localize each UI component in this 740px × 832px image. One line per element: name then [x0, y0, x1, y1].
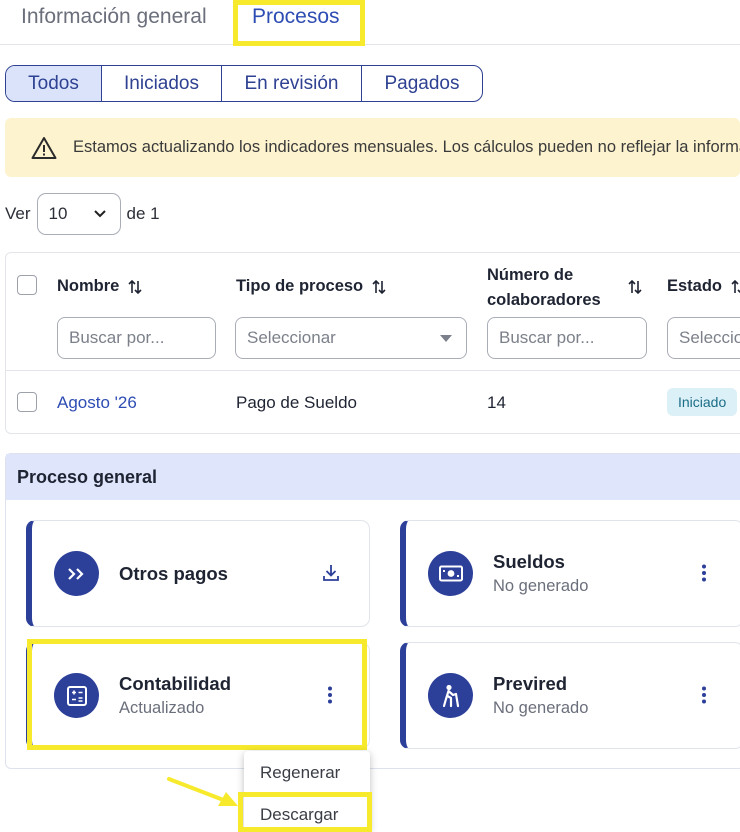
- column-label: Nombre: [57, 277, 120, 295]
- row-collaborators: 14: [487, 393, 506, 412]
- calculator-icon: [54, 673, 99, 718]
- column-label: Número de colaboradores: [487, 266, 601, 309]
- table-header: Nombre Tipo de proceso Número de colabor…: [6, 253, 740, 371]
- column-numero-de-colaboradores[interactable]: Número de colaboradores: [487, 263, 647, 313]
- filter-iniciados[interactable]: Iniciados: [102, 66, 222, 101]
- estado-select[interactable]: Seleccionar: [667, 317, 740, 359]
- colaboradores-search-input[interactable]: Buscar por...: [487, 317, 647, 359]
- panel-title: Proceso general: [6, 454, 740, 500]
- download-icon[interactable]: [322, 564, 340, 582]
- card-previred[interactable]: Previred No generado: [400, 642, 740, 749]
- tab-procesos[interactable]: Procesos: [252, 5, 340, 29]
- select-placeholder: Seleccionar: [247, 328, 336, 347]
- card-status: No generado: [493, 577, 589, 595]
- column-estado[interactable]: Estado: [667, 277, 740, 296]
- sort-icon[interactable]: [731, 279, 740, 295]
- card-status: No generado: [493, 699, 589, 717]
- processes-table: Nombre Tipo de proceso Número de colabor…: [5, 252, 740, 434]
- column-nombre[interactable]: Nombre: [57, 277, 142, 296]
- card-otros-pagos[interactable]: Otros pagos: [26, 520, 370, 627]
- column-label: Estado: [667, 277, 723, 295]
- warning-icon: [31, 136, 57, 160]
- status-badge: Iniciado: [667, 388, 738, 416]
- row-checkbox[interactable]: [17, 392, 37, 412]
- sort-icon[interactable]: [628, 279, 642, 295]
- nombre-search-input[interactable]: Buscar por...: [57, 317, 216, 359]
- caret-down-icon: [440, 334, 452, 342]
- pager-prefix: Ver: [5, 204, 31, 223]
- card-context-menu: Regenerar Descargar: [244, 751, 370, 832]
- card-sueldos[interactable]: Sueldos No generado: [400, 520, 740, 627]
- sort-icon[interactable]: [372, 279, 386, 295]
- tab-informacion-general[interactable]: Información general: [21, 5, 207, 29]
- status-filter-group: Todos Iniciados En revisión Pagados: [5, 65, 483, 102]
- chevron-down-icon: [93, 210, 106, 218]
- warning-alert: Estamos actualizando los indicadores men…: [5, 118, 740, 177]
- card-title: Sueldos: [493, 551, 565, 572]
- tab-bar: Información general Procesos: [0, 0, 740, 45]
- pager-suffix: de 1: [126, 204, 160, 223]
- general-process-panel: Proceso general Otros pagos Sueldos No g…: [5, 453, 740, 769]
- page-size-control: Ver 10 de 1: [5, 193, 160, 235]
- column-tipo-de-proceso[interactable]: Tipo de proceso: [236, 277, 386, 296]
- card-title: Otros pagos: [119, 563, 228, 584]
- filter-en-revision[interactable]: En revisión: [222, 66, 362, 101]
- tipo-de-proceso-select[interactable]: Seleccionar: [235, 317, 467, 359]
- row-process-type: Pago de Sueldo: [236, 393, 357, 412]
- row-name-link[interactable]: Agosto '26: [57, 393, 137, 413]
- elderly-person-icon: [428, 673, 473, 718]
- money-icon: [428, 551, 473, 596]
- filter-todos[interactable]: Todos: [6, 66, 102, 101]
- menu-item-descargar[interactable]: Descargar: [260, 805, 338, 825]
- page-size-value: 10: [48, 204, 68, 223]
- alert-text: Estamos actualizando los indicadores men…: [73, 138, 740, 156]
- card-contabilidad[interactable]: Contabilidad Actualizado: [26, 642, 370, 749]
- fast-forward-icon: [54, 551, 99, 596]
- more-vertical-icon[interactable]: [328, 686, 332, 704]
- more-vertical-icon[interactable]: [702, 564, 706, 582]
- card-title: Contabilidad: [119, 673, 232, 694]
- card-status: Actualizado: [119, 699, 205, 717]
- annotation-arrow-icon: [167, 777, 238, 806]
- more-vertical-icon[interactable]: [702, 686, 706, 704]
- menu-item-regenerar[interactable]: Regenerar: [260, 763, 340, 783]
- card-title: Previred: [493, 673, 568, 694]
- select-all-checkbox[interactable]: [17, 275, 37, 295]
- column-label: Tipo de proceso: [236, 277, 364, 295]
- sort-icon[interactable]: [128, 279, 142, 295]
- filter-pagados[interactable]: Pagados: [362, 66, 482, 101]
- page-size-select[interactable]: 10: [36, 193, 121, 235]
